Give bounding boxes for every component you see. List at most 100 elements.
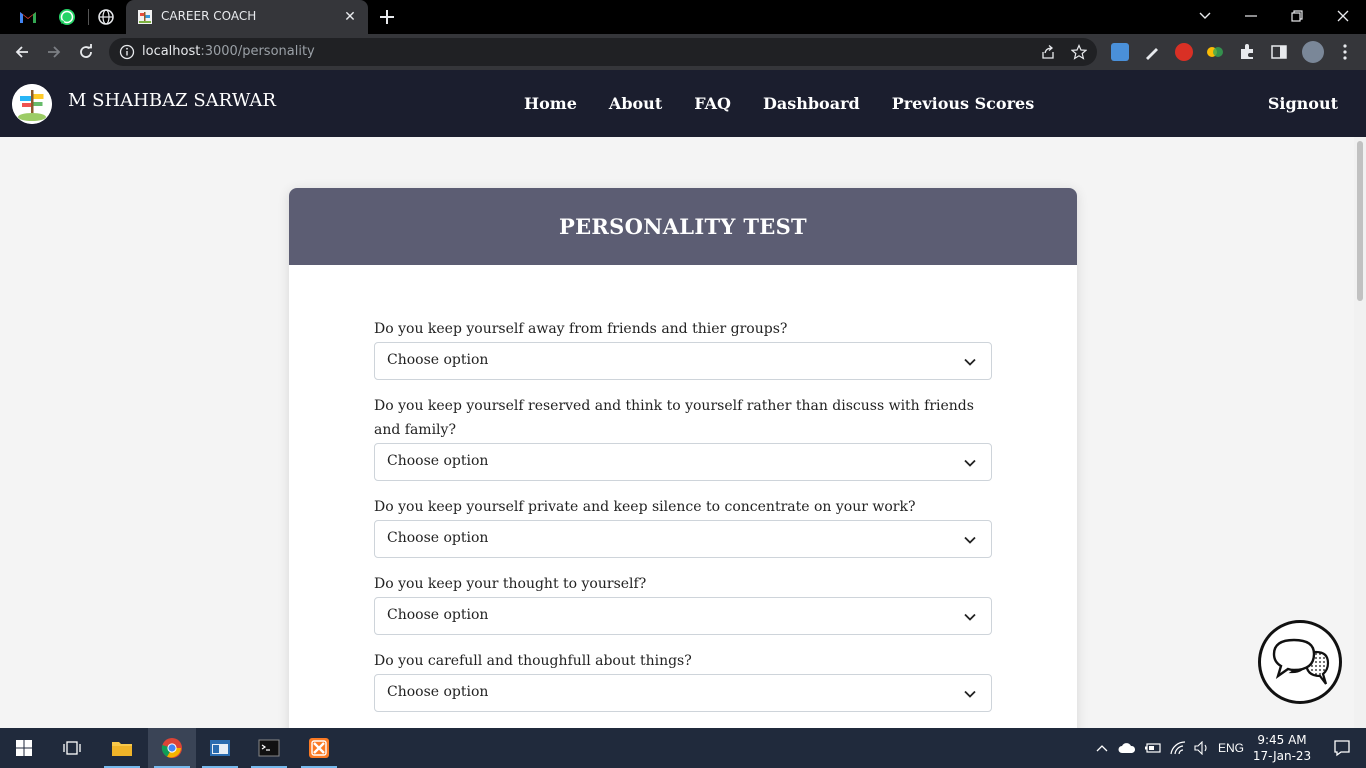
task-view-icon	[63, 741, 81, 755]
question-3: Do you keep yourself private and keep si…	[374, 495, 992, 558]
terminal-icon	[258, 739, 280, 757]
minimize-button[interactable]	[1228, 0, 1274, 32]
pen-extension-icon[interactable]	[1143, 43, 1161, 61]
question-label: Do you keep yourself away from friends a…	[374, 321, 788, 337]
extension-fi-icon[interactable]	[1111, 43, 1129, 61]
chevron-up-icon[interactable]	[1096, 744, 1108, 752]
forward-button[interactable]	[42, 40, 66, 64]
career-coach-favicon	[138, 10, 152, 24]
question-label: Do you carefull and thoughfull about thi…	[374, 653, 692, 669]
profile-avatar[interactable]	[1302, 41, 1324, 63]
chat-button[interactable]	[1258, 620, 1342, 704]
side-panel-icon[interactable]	[1270, 43, 1288, 61]
personality-test-card: PERSONALITY TEST Do you keep yourself aw…	[289, 188, 1077, 728]
onedrive-cloud-icon[interactable]	[1118, 742, 1136, 754]
chevron-down-icon	[1199, 12, 1211, 19]
clock-date: 17-Jan-23	[1252, 749, 1312, 763]
whatsapp-icon	[59, 9, 75, 25]
url-text: localhost:3000/personality	[142, 44, 315, 59]
signout-link[interactable]: Signout	[1268, 94, 1338, 113]
select-value: Choose option	[387, 530, 489, 546]
file-explorer-button[interactable]	[98, 728, 146, 768]
active-tab[interactable]: CAREER COACH ✕	[126, 0, 368, 34]
signpost-logo-icon	[12, 84, 52, 124]
notifications-button[interactable]	[1318, 728, 1366, 768]
tab-search-button[interactable]	[1182, 0, 1228, 32]
question-5: Do you carefull and thoughfull about thi…	[374, 649, 992, 712]
answer-select[interactable]: Choose option	[374, 443, 992, 481]
brand-name[interactable]: M SHAHBAZ SARWAR	[68, 90, 276, 111]
site-logo[interactable]	[12, 84, 52, 124]
nav-home[interactable]: Home	[524, 94, 577, 113]
xampp-icon	[309, 738, 329, 758]
reload-icon	[80, 44, 92, 58]
answer-select[interactable]: Choose option	[374, 674, 992, 712]
gmail-pinned-tab[interactable]	[10, 0, 46, 34]
question-1: Do you keep yourself away from friends a…	[374, 317, 992, 380]
bookmark-star-icon[interactable]	[1071, 44, 1087, 60]
close-tab-icon[interactable]: ✕	[342, 8, 358, 24]
wifi-icon[interactable]	[1170, 741, 1186, 755]
app-window-button[interactable]	[196, 728, 244, 768]
adblock-extension-icon[interactable]	[1175, 43, 1193, 61]
new-tab-icon[interactable]	[377, 7, 397, 27]
chrome-taskbar-button[interactable]	[148, 728, 196, 768]
system-tray	[1096, 728, 1226, 768]
question-2: Do you keep yourself reserved and think …	[374, 394, 992, 481]
web-pinned-tab[interactable]	[88, 0, 124, 34]
question-label: Do you keep yourself private and keep si…	[374, 499, 916, 515]
chat-bubbles-icon	[1272, 638, 1330, 685]
card-header: PERSONALITY TEST	[289, 188, 1077, 265]
chevron-down-icon	[964, 536, 976, 544]
answer-select[interactable]: Choose option	[374, 342, 992, 380]
forward-arrow-icon	[48, 46, 61, 58]
nav-previous-scores[interactable]: Previous Scores	[892, 94, 1034, 113]
minimize-icon	[1245, 15, 1257, 17]
battery-icon[interactable]	[1144, 742, 1162, 754]
whatsapp-pinned-tab[interactable]	[49, 0, 85, 34]
answer-select[interactable]: Choose option	[374, 597, 992, 635]
select-value: Choose option	[387, 352, 489, 368]
window-app-icon	[210, 740, 230, 756]
volume-icon[interactable]	[1194, 741, 1210, 755]
nav-dashboard[interactable]: Dashboard	[763, 94, 860, 113]
browser-toolbar: localhost:3000/personality	[0, 34, 1366, 70]
nav-faq[interactable]: FAQ	[694, 94, 731, 113]
select-value: Choose option	[387, 453, 489, 469]
select-value: Choose option	[387, 607, 489, 623]
info-icon[interactable]	[119, 44, 135, 60]
scrollbar-thumb[interactable]	[1357, 141, 1363, 301]
restore-button[interactable]	[1274, 0, 1320, 32]
task-view-button[interactable]	[48, 728, 96, 768]
select-value: Choose option	[387, 684, 489, 700]
page-title: PERSONALITY TEST	[559, 214, 807, 239]
globe-icon	[98, 9, 114, 25]
browser-tab-strip: CAREER COACH ✕	[0, 0, 1366, 34]
color-extension-icon[interactable]	[1206, 43, 1224, 61]
clock[interactable]: 9:45 AM 17-Jan-23	[1252, 732, 1312, 764]
page-scrollbar[interactable]	[1354, 137, 1366, 728]
notification-icon	[1334, 740, 1350, 757]
main-nav: Home About FAQ Dashboard Previous Scores	[524, 94, 1066, 113]
language-indicator[interactable]: ENG	[1218, 728, 1244, 768]
page-content: PERSONALITY TEST Do you keep yourself aw…	[0, 137, 1354, 728]
folder-icon	[112, 742, 132, 756]
answer-select[interactable]: Choose option	[374, 520, 992, 558]
start-button[interactable]	[0, 728, 48, 768]
gmail-icon	[20, 12, 36, 23]
question-label: Do you keep your thought to yourself?	[374, 576, 647, 592]
windows-icon	[16, 740, 32, 756]
reload-button[interactable]	[74, 40, 98, 64]
address-bar[interactable]: localhost:3000/personality	[109, 38, 1097, 66]
puzzle-extensions-icon[interactable]	[1238, 43, 1256, 61]
more-menu-icon[interactable]	[1336, 43, 1354, 61]
site-navbar: M SHAHBAZ SARWAR Home About FAQ Dashboar…	[0, 70, 1366, 137]
chevron-down-icon	[964, 459, 976, 467]
back-button[interactable]	[10, 40, 34, 64]
share-icon[interactable]	[1040, 44, 1056, 60]
question-4: Do you keep your thought to yourself? Ch…	[374, 572, 992, 635]
nav-about[interactable]: About	[609, 94, 662, 113]
terminal-button[interactable]	[245, 728, 293, 768]
xampp-button[interactable]	[295, 728, 343, 768]
close-window-button[interactable]	[1320, 0, 1366, 32]
